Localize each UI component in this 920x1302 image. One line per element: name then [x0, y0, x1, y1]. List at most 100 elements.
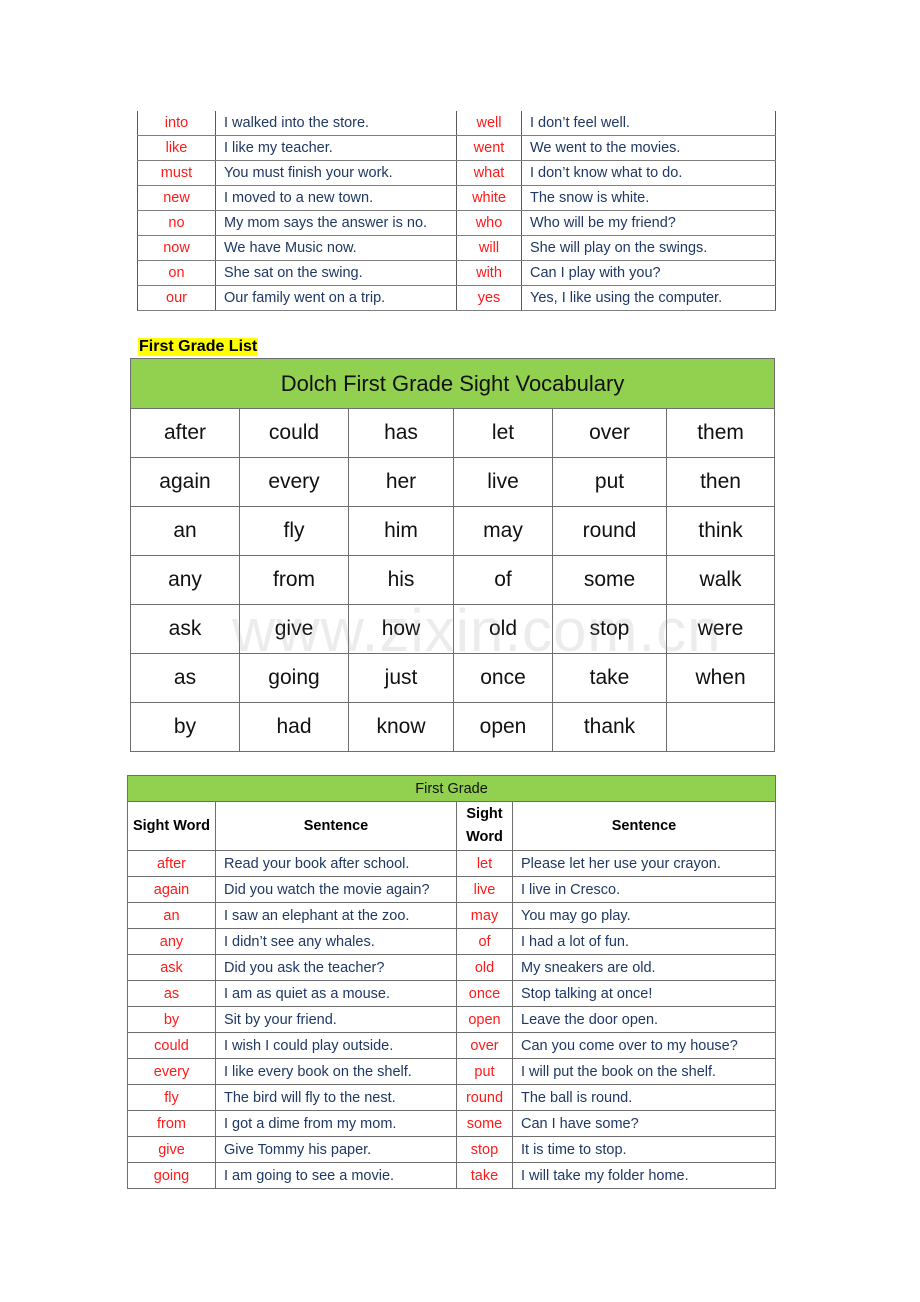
example-sentence: I am as quiet as a mouse.	[215, 980, 457, 1007]
example-sentence: Yes, I like using the computer.	[521, 285, 776, 311]
vocabulary-word-cell: again	[130, 457, 240, 507]
sight-word: live	[456, 876, 513, 903]
example-sentence: I walked into the store.	[215, 111, 457, 136]
sentence-table-title-row: First Grade	[126, 775, 777, 802]
table-row: like I like my teacher. went We went to the…	[137, 135, 776, 161]
dolch-grid-row: as going just once take when	[130, 653, 776, 703]
table-row: our Our family went on a trip. yes Yes, I l…	[137, 285, 776, 311]
sight-word: as	[127, 980, 216, 1007]
vocabulary-word-cell: old	[453, 604, 553, 654]
example-sentence: I wish I could play outside.	[215, 1032, 457, 1059]
sight-word: with	[456, 260, 522, 286]
vocabulary-word-cell: think	[665, 506, 776, 556]
sight-word: let	[456, 850, 513, 877]
example-sentence: Leave the door open.	[511, 1006, 777, 1033]
example-sentence: I will put the book on the shelf.	[511, 1058, 777, 1085]
sight-word: well	[456, 111, 522, 136]
sight-word: give	[127, 1136, 216, 1163]
example-sentence: She will play on the swings.	[521, 235, 776, 261]
sight-word: old	[456, 954, 513, 981]
sight-word: open	[456, 1006, 513, 1033]
table-row: new I moved to a new town. white The snow i…	[137, 185, 776, 211]
sight-word: new	[137, 185, 216, 211]
example-sentence: You must finish your work.	[215, 160, 457, 186]
table-row: after Read your book after school. let Plea…	[127, 850, 777, 877]
sight-word: by	[127, 1006, 216, 1033]
dolch-grid-title-row: Dolch First Grade Sight Vocabulary	[129, 358, 776, 409]
vocabulary-word-cell: over	[552, 408, 667, 458]
example-sentence: We have Music now.	[215, 235, 457, 261]
vocabulary-word-cell: know	[348, 702, 454, 752]
example-sentence: Can I have some?	[511, 1110, 777, 1137]
table-row: could I wish I could play outside. over Can…	[127, 1032, 777, 1059]
sight-word: take	[456, 1162, 513, 1189]
example-sentence: Did you watch the movie again?	[215, 876, 457, 903]
vocabulary-word-cell: were	[665, 604, 776, 654]
vocabulary-word-cell: had	[239, 702, 349, 752]
vocabulary-word-cell: once	[453, 653, 553, 703]
table-row: on She sat on the swing. with Can I play wi…	[137, 260, 776, 286]
vocabulary-word-cell: going	[239, 653, 349, 703]
sight-word: over	[456, 1032, 513, 1059]
sight-word: into	[137, 111, 216, 136]
sentence-table-header-row: Sight Word Sentence Sight Word Sentence	[127, 801, 777, 851]
sight-word: fly	[127, 1084, 216, 1111]
example-sentence: I had a lot of fun.	[511, 928, 777, 955]
vocabulary-word-cell: walk	[665, 555, 776, 605]
example-sentence: I am going to see a movie.	[215, 1162, 457, 1189]
vocabulary-word-cell: them	[665, 408, 776, 458]
sight-word: could	[127, 1032, 216, 1059]
example-sentence: It is time to stop.	[511, 1136, 777, 1163]
vocabulary-word-cell	[665, 702, 776, 752]
sight-word: of	[456, 928, 513, 955]
vocabulary-word-cell: thank	[552, 702, 667, 752]
vocabulary-word-cell: put	[552, 457, 667, 507]
table-row: must You must finish your work. what I don’…	[137, 160, 776, 186]
example-sentence: The ball is round.	[511, 1084, 777, 1111]
vocabulary-word-cell: just	[348, 653, 454, 703]
sight-word: yes	[456, 285, 522, 311]
vocabulary-word-cell: ask	[130, 604, 240, 654]
example-sentence: Give Tommy his paper.	[215, 1136, 457, 1163]
sight-word: some	[456, 1110, 513, 1137]
table-row: fly The bird will fly to the nest. round Th…	[127, 1084, 777, 1111]
example-sentence: I like every book on the shelf.	[215, 1058, 457, 1085]
sentence-table-continued: into I walked into the store. well I don’t …	[137, 111, 776, 311]
table-row: into I walked into the store. well I don’t …	[137, 111, 776, 136]
sight-word: once	[456, 980, 513, 1007]
example-sentence: Our family went on a trip.	[215, 285, 457, 311]
sight-word: going	[127, 1162, 216, 1189]
example-sentence: I didn’t see any whales.	[215, 928, 457, 955]
vocabulary-word-cell: when	[665, 653, 776, 703]
vocabulary-word-cell: fly	[239, 506, 349, 556]
dolch-grid-row: any from his of some walk	[130, 555, 776, 605]
sentence-table-title: First Grade	[126, 775, 777, 802]
first-grade-sentence-table: First Grade Sight Word Sentence Sight Wo…	[126, 775, 777, 1189]
vocabulary-word-cell: some	[552, 555, 667, 605]
sight-word: like	[137, 135, 216, 161]
sight-word: may	[456, 902, 513, 929]
table-row: an I saw an elephant at the zoo. may You ma…	[127, 902, 777, 929]
dolch-grid-row: an fly him may round think	[130, 506, 776, 556]
example-sentence: Please let her use your crayon.	[511, 850, 777, 877]
vocabulary-word-cell: from	[239, 555, 349, 605]
table-row: now We have Music now. will She will play o…	[137, 235, 776, 261]
example-sentence: I don’t feel well.	[521, 111, 776, 136]
example-sentence: Who will be my friend?	[521, 210, 776, 236]
table-row: any I didn’t see any whales. of I had a lot…	[127, 928, 777, 955]
example-sentence: I saw an elephant at the zoo.	[215, 902, 457, 929]
first-grade-sentence-table-body: First Grade Sight Word Sentence Sight Wo…	[126, 775, 777, 1189]
table-row: no My mom says the answer is no. who Who wi…	[137, 210, 776, 236]
example-sentence: Read your book after school.	[215, 850, 457, 877]
vocabulary-word-cell: how	[348, 604, 454, 654]
sight-word: ask	[127, 954, 216, 981]
dolch-grid-row: by had know open thank	[130, 702, 776, 752]
vocabulary-word-cell: live	[453, 457, 553, 507]
example-sentence: She sat on the swing.	[215, 260, 457, 286]
header-sentence-2: Sentence	[511, 801, 777, 851]
sight-word: now	[137, 235, 216, 261]
vocabulary-word-cell: him	[348, 506, 454, 556]
vocabulary-word-cell: then	[665, 457, 776, 507]
first-grade-list-heading: First Grade List	[138, 338, 259, 356]
example-sentence: We went to the movies.	[521, 135, 776, 161]
